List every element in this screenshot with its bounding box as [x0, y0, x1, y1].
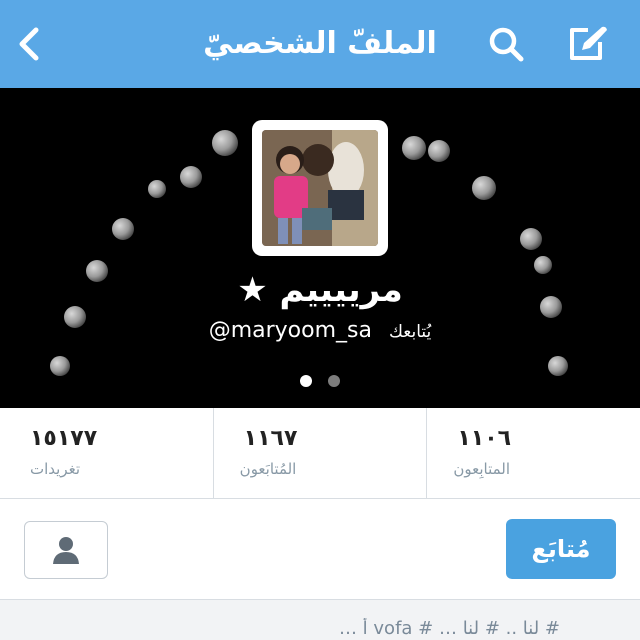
user-handle: @maryoom_sa	[208, 318, 372, 343]
search-button[interactable]	[484, 22, 528, 66]
bottom-strip: # لنا .. # لنا … # vofa أ …	[0, 600, 640, 640]
handle-row: @maryoom_sa يُتابعك	[0, 318, 640, 343]
profile-header: مرييييم ★ @maryoom_sa يُتابعك	[0, 88, 640, 408]
tweets-label: تغريدات	[30, 460, 81, 478]
profile-stats: ١٥١٧٧ تغريدات ١١٦٧ المُتابَعون ١١٠٦ المت…	[0, 408, 640, 499]
user-actions-button[interactable]	[24, 521, 108, 579]
page-dot[interactable]	[327, 375, 340, 387]
page-indicator	[0, 372, 640, 391]
tweets-stat[interactable]: ١٥١٧٧ تغريدات	[0, 408, 214, 498]
chevron-left-icon	[19, 27, 39, 61]
profile-actions: مُتابَع	[0, 499, 640, 600]
followers-stat[interactable]: ١١٠٦ المتابِعون	[427, 408, 640, 498]
following-count: ١١٦٧	[243, 426, 298, 451]
page-dot-active[interactable]	[300, 375, 313, 387]
follows-you-label: يُتابعك	[388, 322, 432, 342]
tweets-count: ١٥١٧٧	[30, 426, 98, 451]
compose-button[interactable]	[566, 22, 610, 66]
following-stat[interactable]: ١١٦٧ المُتابَعون	[214, 408, 428, 498]
followers-count: ١١٠٦	[457, 426, 512, 451]
avatar[interactable]	[252, 120, 388, 256]
compose-icon	[570, 26, 607, 60]
display-name: مرييييم ★	[237, 270, 403, 310]
page-title: الملفّ الشخصيّ	[203, 26, 437, 61]
tweet-preview-text: # لنا .. # لنا … # vofa أ …	[338, 618, 560, 639]
following-button[interactable]: مُتابَع	[506, 519, 616, 579]
followers-label: المتابِعون	[453, 460, 511, 478]
user-icon	[53, 537, 79, 564]
search-icon	[489, 27, 524, 62]
following-label: المُتابَعون	[239, 460, 297, 478]
avatar-image	[262, 130, 378, 246]
back-button[interactable]	[8, 22, 52, 66]
navigation-bar: الملفّ الشخصيّ	[0, 0, 640, 88]
